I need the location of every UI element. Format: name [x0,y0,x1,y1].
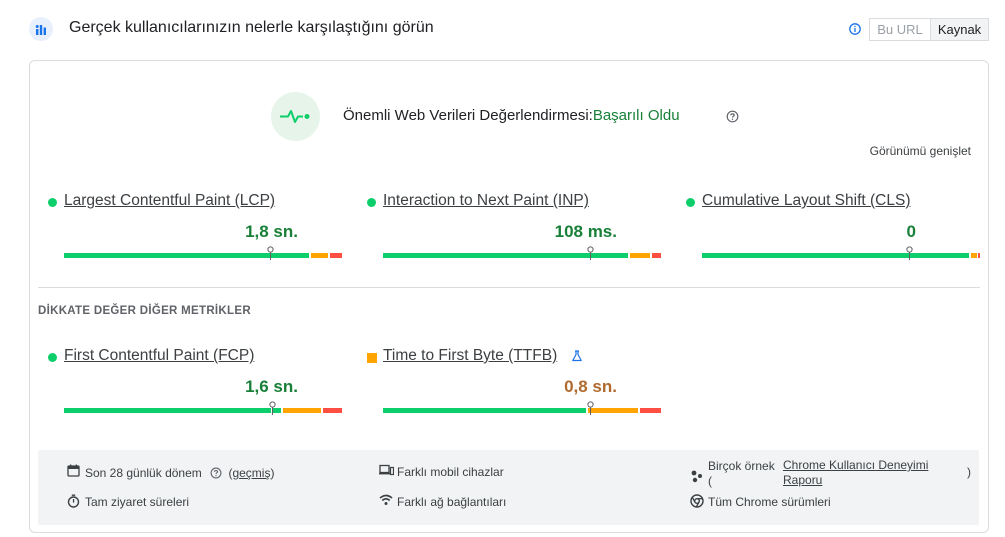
help-icon[interactable] [210,467,222,479]
pulse-icon [280,110,310,123]
metric-cls-value: 0 [906,222,916,241]
crux-report-icon [29,17,53,41]
history-close-paren: ) [270,466,275,480]
percentile-marker [587,401,594,415]
visit-durations-label: Tam ziyaret süreleri [85,495,190,509]
experimental-flask-icon [572,350,582,362]
metric-inp-value: 108 ms. [554,222,617,241]
samples-close-paren: ) [967,465,971,479]
status-square-needs-improvement [367,353,377,363]
bar-poor [978,253,980,258]
bar-poor [323,408,342,413]
status-dot-good [686,198,695,207]
metric-lcp-value: 1,8 sn. [245,222,298,241]
assessment-text: Önemli Web Verileri Değerlendirmesi:Başa… [343,107,680,124]
data-context-footer: Son 28 günlük dönem ( geçmiş) Tam ziyaret… [38,450,979,525]
section-divider [38,287,980,288]
bar-needs-improvement [588,408,638,413]
metric-inp: Interaction to Next Paint (INP) 108 ms. [367,192,667,272]
chrome-icon [690,494,704,508]
bar-good [702,253,969,258]
bar-poor [652,253,661,258]
expand-view-link[interactable]: Görünümü genişlet [870,144,971,158]
crux-link-line-2[interactable]: Raporu [783,473,928,488]
mobile-devices-label: Farklı mobil cihazlar [397,465,504,479]
calendar-icon [67,464,80,477]
stopwatch-icon [67,494,80,508]
metric-fcp-value: 1,6 sn. [245,377,298,396]
distribution-bar [383,401,661,415]
devices-icon [379,464,394,476]
bar-needs-improvement [971,253,977,258]
bar-good [64,408,271,413]
percentile-marker [269,401,276,415]
metric-cls: Cumulative Layout Shift (CLS) 0 [686,192,986,272]
status-dot-good [367,198,376,207]
bar-good [383,408,586,413]
period-label: Son 28 günlük dönem [85,466,202,480]
origin-toggle[interactable]: Kaynak [930,18,989,41]
bar-poor [330,253,342,258]
assessment-label: Önemli Web Verileri Değerlendirmesi: [343,107,593,124]
status-dot-good [48,198,57,207]
metric-cls-name[interactable]: Cumulative Layout Shift (CLS) [702,192,910,210]
samples-label: Birçok örnek [708,459,775,473]
samples-icon [691,470,702,483]
metric-ttfb: Time to First Byte (TTFB) 0,8 sn. [367,347,667,427]
metric-lcp-name[interactable]: Largest Contentful Paint (LCP) [64,192,275,210]
distribution-bar [64,401,342,415]
other-metrics-heading: DİKKATE DEĞER DİĞER METRİKLER [38,305,251,317]
section-title: Gerçek kullanıcılarınızın nelerle karşıl… [69,19,434,36]
metric-lcp: Largest Contentful Paint (LCP) 1,8 sn. [48,192,348,272]
metric-ttfb-name[interactable]: Time to First Byte (TTFB) [383,347,557,365]
wifi-icon [379,494,393,505]
assessment-result: Başarılı Oldu [592,107,680,124]
this-url-toggle[interactable]: Bu URL [869,18,931,41]
crux-link-line-1[interactable]: Chrome Kullanıcı Deneyimi [783,458,928,473]
help-icon[interactable] [726,110,739,123]
percentile-marker [587,246,594,260]
metric-inp-name[interactable]: Interaction to Next Paint (INP) [383,192,589,210]
chrome-versions-label: Tüm Chrome sürümleri [708,495,831,509]
bar-needs-improvement [283,408,321,413]
distribution-bar [64,246,342,260]
percentile-marker [906,246,913,260]
crux-report-link[interactable]: Chrome Kullanıcı Deneyimi Raporu [783,458,928,488]
assessment-badge [271,92,320,141]
metric-ttfb-value: 0,8 sn. [564,377,617,396]
network-label: Farklı ağ bağlantıları [397,495,507,509]
metric-fcp: First Contentful Paint (FCP) 1,6 sn. [48,347,348,427]
metric-fcp-name[interactable]: First Contentful Paint (FCP) [64,347,254,365]
percentile-marker [267,246,274,260]
core-web-vitals-panel: Önemli Web Verileri Değerlendirmesi:Başa… [29,60,989,533]
history-link[interactable]: geçmiş [232,466,270,480]
samples-open-paren: ( [708,474,712,488]
distribution-bar [383,246,661,260]
bar-needs-improvement [630,253,650,258]
info-icon[interactable] [849,23,861,35]
status-dot-good [48,353,57,362]
distribution-bar [702,246,980,260]
bar-poor [640,408,661,413]
bar-needs-improvement [311,253,328,258]
